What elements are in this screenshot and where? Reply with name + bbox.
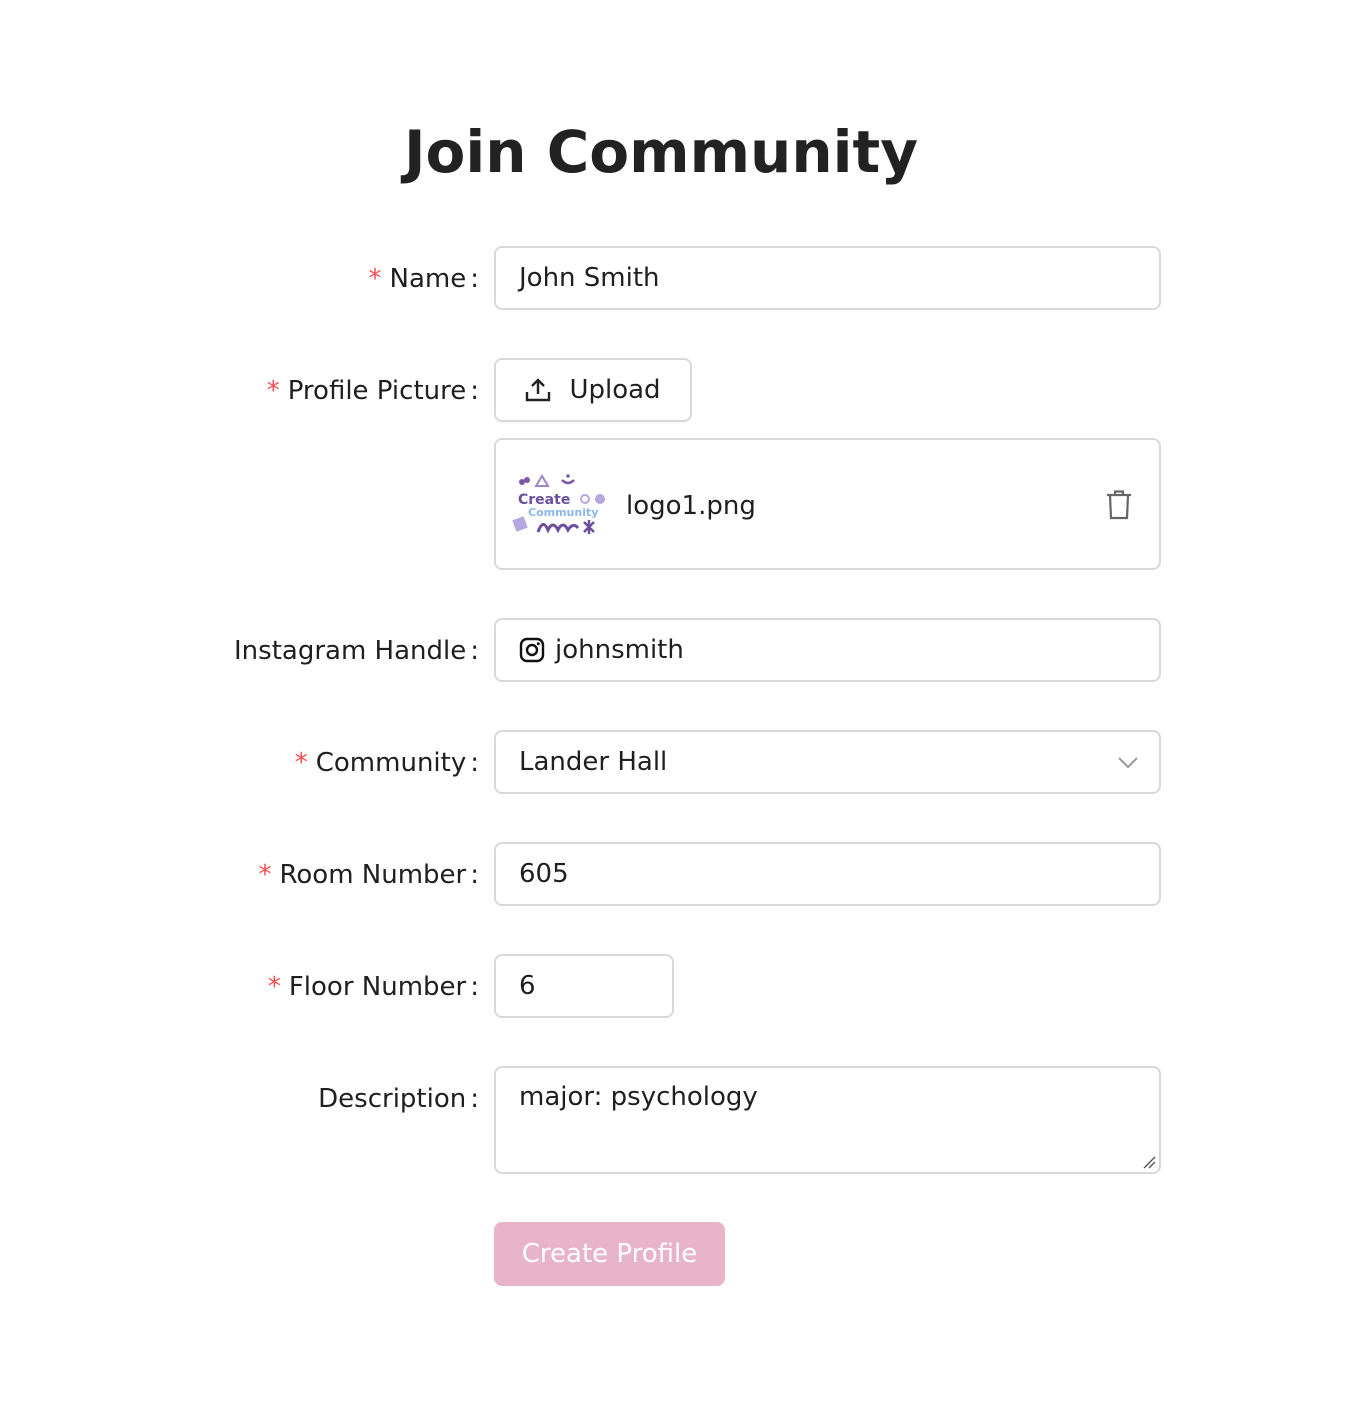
upload-icon: [526, 378, 551, 402]
required-asterisk: *: [267, 972, 281, 1002]
delete-icon[interactable]: [1105, 490, 1133, 520]
instagram-icon: [519, 637, 545, 663]
instagram-input[interactable]: johnsmith: [494, 618, 1161, 682]
svg-text:Community: Community: [528, 506, 598, 519]
uploaded-file-item: Create Community logo1.png: [494, 438, 1161, 570]
instagram-value: johnsmith: [555, 635, 684, 665]
instagram-label: Instagram Handle:: [234, 636, 479, 666]
description-value: major: psychology: [519, 1082, 758, 1112]
room-number-value: 605: [519, 859, 569, 889]
community-label: * Community:: [294, 748, 479, 778]
upload-label: Upload: [569, 375, 661, 405]
profile-picture-label: * Profile Picture:: [266, 376, 479, 406]
required-asterisk: *: [266, 376, 280, 406]
required-asterisk: *: [294, 748, 308, 778]
create-profile-button[interactable]: Create Profile: [494, 1222, 725, 1286]
resize-handle-icon[interactable]: [1142, 1155, 1156, 1169]
room-number-label: * Room Number:: [258, 860, 479, 890]
file-thumbnail: Create Community: [512, 474, 605, 534]
page-title: Join Community: [403, 118, 919, 186]
file-name: logo1.png: [626, 491, 756, 521]
floor-number-value: 6: [519, 971, 536, 1001]
upload-button[interactable]: Upload: [494, 358, 692, 422]
description-textarea[interactable]: major: psychology: [494, 1066, 1161, 1174]
name-value: John Smith: [519, 263, 660, 293]
floor-number-label: * Floor Number:: [267, 972, 479, 1002]
name-label: * Name:: [368, 264, 479, 294]
community-value: Lander Hall: [519, 747, 668, 777]
required-asterisk: *: [258, 860, 272, 890]
floor-number-input[interactable]: 6: [494, 954, 674, 1018]
description-label: Description:: [318, 1084, 479, 1114]
room-number-input[interactable]: 605: [494, 842, 1161, 906]
chevron-down-icon: [1118, 757, 1138, 769]
community-select[interactable]: Lander Hall: [494, 730, 1161, 794]
required-asterisk: *: [368, 264, 382, 294]
name-input[interactable]: John Smith: [494, 246, 1161, 310]
